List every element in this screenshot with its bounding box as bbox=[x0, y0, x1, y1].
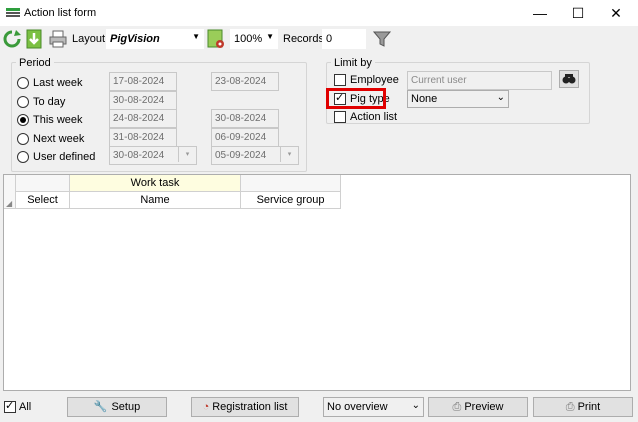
filter-icon[interactable] bbox=[372, 29, 392, 49]
pig-type-value: None bbox=[411, 93, 438, 105]
layout-value: PigVision bbox=[110, 33, 160, 45]
band-spacer-left bbox=[16, 175, 70, 192]
last-week-from: 17-08-2024 bbox=[109, 72, 177, 91]
user-defined-label: User defined bbox=[33, 151, 96, 163]
print-label: Print bbox=[577, 401, 601, 413]
radio-last-week[interactable] bbox=[17, 77, 29, 89]
action-list-label: Action list bbox=[350, 111, 398, 123]
limit-by-title: Limit by bbox=[331, 57, 375, 69]
all-label: All bbox=[19, 401, 32, 413]
toolbar: Layout PigVision ▼ 100% ▼ Records 0 bbox=[0, 26, 638, 52]
calendar-dropdown-icon[interactable]: ▾ bbox=[178, 147, 196, 162]
minimize-button[interactable]: — bbox=[522, 0, 558, 26]
window-title: Action list form bbox=[24, 7, 97, 19]
close-button[interactable]: ✕ bbox=[598, 0, 634, 26]
layout-settings-icon[interactable] bbox=[206, 29, 226, 49]
action-list-checkbox[interactable] bbox=[334, 111, 346, 123]
registration-label: Registration list bbox=[212, 401, 288, 413]
chevron-down-icon: ▼ bbox=[266, 32, 274, 41]
layout-label: Layout bbox=[72, 33, 106, 45]
preview-button[interactable]: ⎙ Preview bbox=[428, 397, 528, 417]
today-from: 30-08-2024 bbox=[109, 91, 177, 110]
highlight-box bbox=[326, 88, 386, 109]
user-defined-to-field[interactable]: 05-09-2024 ▾ bbox=[211, 146, 299, 165]
work-task-grid[interactable]: ◢ Work task Select Name Service group bbox=[3, 174, 631, 391]
pig-type-select[interactable]: None ⌄ bbox=[407, 90, 509, 108]
column-header-select[interactable]: Select bbox=[16, 192, 70, 209]
radio-next-week[interactable] bbox=[17, 133, 29, 145]
records-value: 0 bbox=[326, 33, 333, 45]
setup-button[interactable]: 🔧 Setup bbox=[67, 397, 167, 417]
employee-checkbox[interactable] bbox=[334, 74, 346, 86]
records-label: Records bbox=[283, 33, 324, 45]
column-header-service-group[interactable]: Service group bbox=[241, 192, 341, 209]
records-field: 0 bbox=[322, 29, 366, 49]
work-task-band-header: Work task bbox=[70, 175, 241, 192]
app-icon bbox=[6, 8, 20, 17]
overview-value: No overview bbox=[327, 401, 388, 413]
overview-select[interactable]: No overview ⌄ bbox=[323, 397, 424, 417]
preview-icon: ⎙ bbox=[452, 401, 462, 413]
calendar-dropdown-icon[interactable]: ▾ bbox=[280, 147, 298, 162]
this-week-to: 30-08-2024 bbox=[211, 109, 279, 128]
binoculars-icon[interactable] bbox=[559, 70, 579, 88]
preview-label: Preview bbox=[464, 401, 504, 413]
chevron-down-icon: ▼ bbox=[192, 32, 200, 41]
zoom-value: 100% bbox=[234, 33, 263, 45]
maximize-button[interactable]: ☐ bbox=[560, 0, 596, 26]
download-icon[interactable] bbox=[24, 29, 44, 49]
next-week-to: 06-09-2024 bbox=[211, 128, 279, 147]
registration-list-button[interactable]: ◔ Registration list bbox=[191, 397, 299, 417]
radio-this-week[interactable] bbox=[17, 114, 29, 126]
row-indicator-icon: ◢ bbox=[6, 199, 13, 208]
row-indicator-header: ◢ bbox=[4, 175, 16, 209]
registration-icon: ◔ bbox=[202, 401, 210, 413]
all-checkbox[interactable] bbox=[4, 399, 16, 413]
printer-icon[interactable] bbox=[48, 29, 68, 49]
radio-user-defined[interactable] bbox=[17, 151, 29, 163]
user-defined-from-field[interactable]: 30-08-2024 ▾ bbox=[109, 146, 197, 165]
last-week-to: 23-08-2024 bbox=[211, 72, 279, 91]
radio-today[interactable] bbox=[17, 96, 29, 108]
refresh-icon[interactable] bbox=[2, 29, 22, 49]
chevron-down-icon: ⌄ bbox=[411, 400, 420, 411]
column-header-name[interactable]: Name bbox=[70, 192, 241, 209]
next-week-from: 31-08-2024 bbox=[109, 128, 177, 147]
period-title: Period bbox=[16, 57, 54, 69]
setup-label: Setup bbox=[111, 401, 141, 413]
next-week-label: Next week bbox=[33, 133, 85, 145]
employee-field: Current user bbox=[407, 71, 552, 90]
print-icon: ⎙ bbox=[565, 401, 575, 413]
wrench-icon: 🔧 bbox=[93, 401, 108, 413]
this-week-from: 24-08-2024 bbox=[109, 109, 177, 128]
today-label: To day bbox=[33, 96, 66, 108]
last-week-label: Last week bbox=[33, 77, 83, 89]
chevron-down-icon: ⌄ bbox=[496, 92, 505, 103]
this-week-label: This week bbox=[33, 114, 83, 126]
employee-label: Employee bbox=[350, 74, 399, 86]
zoom-select[interactable]: 100% ▼ bbox=[230, 29, 278, 49]
print-button[interactable]: ⎙ Print bbox=[533, 397, 633, 417]
band-spacer-right bbox=[241, 175, 341, 192]
title-bar: Action list form — ☐ ✕ bbox=[0, 0, 638, 26]
layout-select[interactable]: PigVision ▼ bbox=[106, 29, 204, 49]
